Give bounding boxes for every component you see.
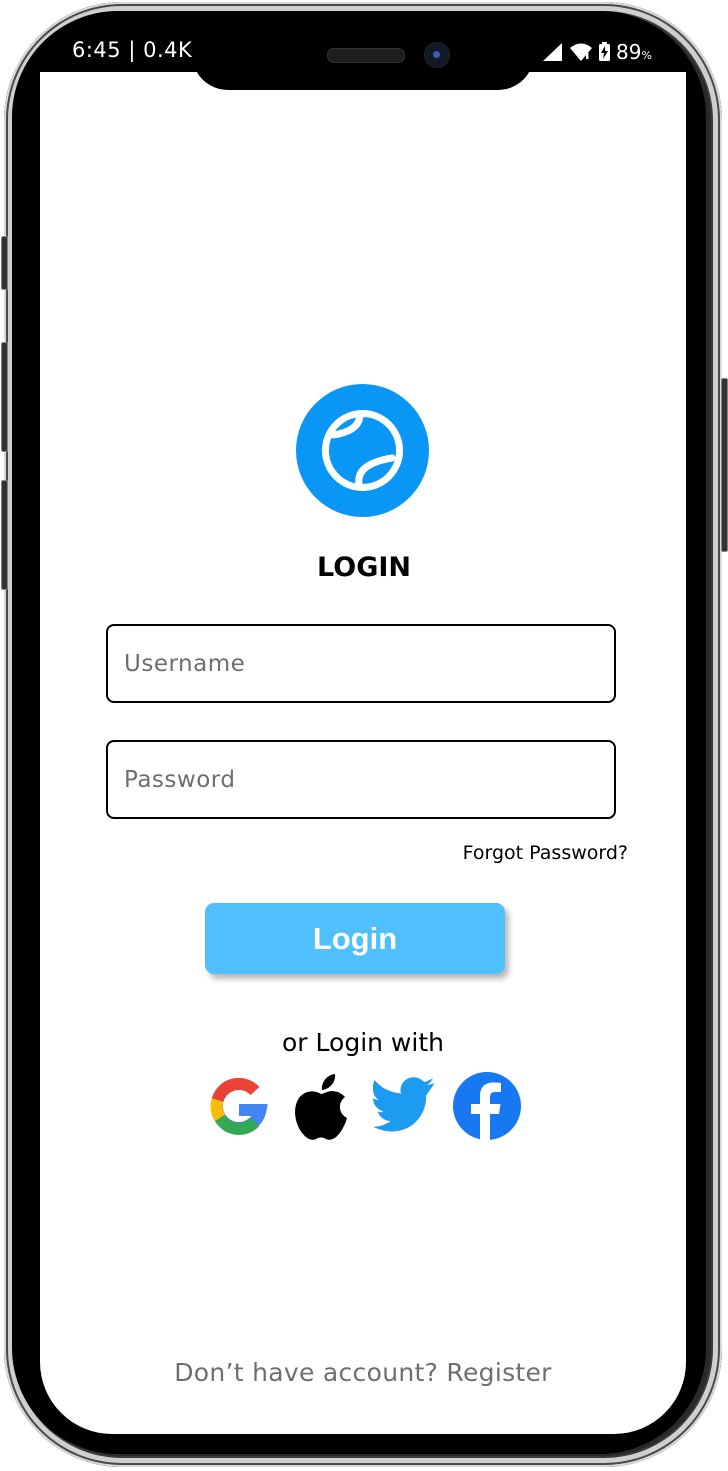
social-login-label: or Login with — [282, 1028, 444, 1057]
username-field[interactable] — [106, 624, 616, 703]
twitter-icon[interactable] — [370, 1070, 442, 1142]
page-title: LOGIN — [317, 552, 411, 583]
apple-icon[interactable] — [285, 1070, 357, 1142]
register-prompt: Don’t have account? Register — [0, 1358, 726, 1387]
password-field[interactable] — [106, 740, 616, 819]
status-time: 6:45 | 0.4K — [72, 38, 193, 62]
username-input[interactable] — [124, 626, 594, 701]
register-link[interactable]: Register — [446, 1358, 551, 1387]
wifi-icon — [570, 43, 592, 61]
login-button[interactable]: Login — [205, 903, 505, 974]
cellular-signal-icon — [543, 43, 562, 61]
front-camera — [424, 42, 450, 68]
battery-charging-icon — [599, 42, 610, 61]
password-input[interactable] — [124, 742, 594, 817]
side-button-power — [721, 378, 728, 552]
earpiece-speaker — [327, 48, 405, 63]
battery-level: 89% — [616, 40, 652, 64]
facebook-icon[interactable] — [451, 1070, 523, 1142]
register-prompt-text: Don’t have account? — [174, 1358, 439, 1387]
status-icons: 89% — [542, 38, 652, 66]
tennis-ball-icon — [296, 384, 429, 517]
side-button-volume-up — [1, 342, 8, 452]
forgot-password-link[interactable]: Forgot Password? — [430, 842, 628, 864]
side-button-mute — [1, 236, 8, 290]
google-icon[interactable] — [203, 1070, 275, 1142]
